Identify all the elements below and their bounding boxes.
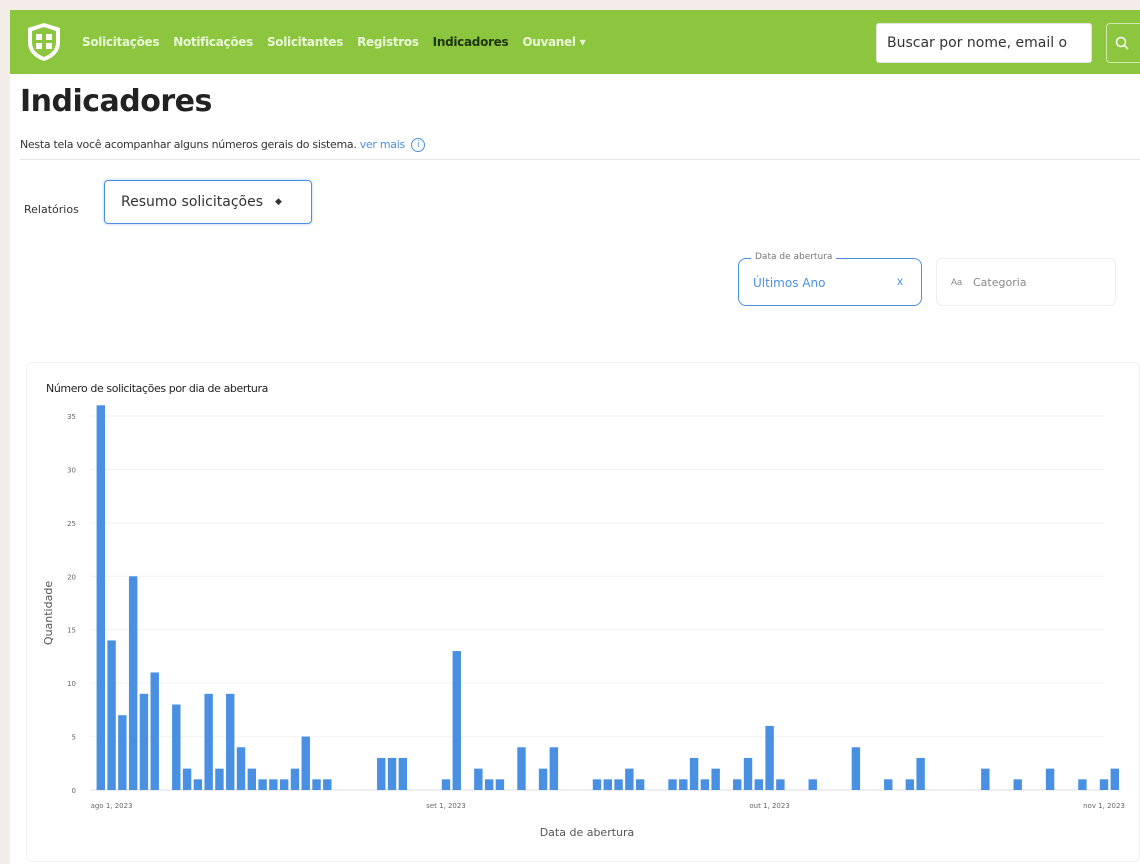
- y-tick-label: 25: [67, 520, 76, 528]
- bar: [905, 779, 915, 790]
- bar: [215, 768, 224, 790]
- bar: [1110, 768, 1119, 790]
- bar: [312, 779, 321, 790]
- bar: [517, 747, 526, 790]
- bar: [193, 779, 203, 790]
- x-axis-title: Data de abertura: [540, 826, 635, 839]
- x-tick-label: out 1, 2023: [749, 802, 789, 810]
- bar: [139, 693, 149, 790]
- bar: [1013, 779, 1022, 790]
- bar: [754, 779, 764, 790]
- bar: [290, 768, 300, 790]
- bar: [323, 779, 332, 790]
- bar: [1045, 768, 1055, 790]
- y-tick-label: 35: [67, 413, 76, 421]
- bar: [279, 779, 289, 790]
- bar: [538, 768, 548, 790]
- bar: [269, 779, 278, 790]
- y-tick-label: 30: [67, 466, 76, 474]
- bar: [635, 779, 645, 790]
- bar: [118, 715, 127, 790]
- bar: [625, 768, 634, 790]
- bar: [452, 651, 461, 790]
- bar: [398, 757, 408, 790]
- bar: [377, 757, 386, 790]
- bar: [107, 640, 116, 790]
- bar: [592, 779, 602, 790]
- bar: [387, 757, 397, 790]
- bar: [1078, 779, 1087, 790]
- bar: [679, 779, 688, 790]
- y-tick-label: 20: [67, 573, 76, 581]
- bar: [743, 757, 753, 790]
- bar: [96, 405, 105, 790]
- bar: [441, 779, 451, 790]
- bar: [247, 768, 257, 790]
- bar: [495, 779, 505, 790]
- bar: [776, 779, 785, 790]
- bar: [128, 576, 138, 790]
- bar: [182, 768, 192, 790]
- bar: [981, 768, 990, 790]
- y-tick-label: 15: [67, 627, 76, 635]
- bar: [689, 757, 699, 790]
- x-tick-label: nov 1, 2023: [1083, 802, 1125, 810]
- app-page: Solicitações Notificações Solicitantes R…: [10, 10, 1140, 864]
- y-tick-label: 10: [67, 680, 76, 688]
- bar: [236, 747, 246, 790]
- x-tick-label: ago 1, 2023: [91, 802, 133, 810]
- bar: [172, 704, 181, 790]
- x-tick-label: set 1, 2023: [426, 802, 466, 810]
- bar: [204, 693, 213, 790]
- bar: [484, 779, 494, 790]
- bar: [884, 779, 893, 790]
- bar: [474, 768, 483, 790]
- y-axis-title: Quantidade: [42, 581, 55, 645]
- bar: [668, 779, 677, 790]
- y-tick-label: 5: [72, 734, 76, 742]
- bar: [711, 768, 720, 790]
- bar: [614, 779, 623, 790]
- bar: [733, 779, 742, 790]
- bar: [916, 757, 925, 790]
- bar-chart: 0 5 10 15 20 25 30 35 ago 1, 2023 set 1, 2023 out …: [42, 405, 1125, 839]
- bar: [301, 736, 310, 790]
- bar: [808, 779, 817, 790]
- bar: [603, 779, 612, 790]
- bar: [765, 725, 774, 790]
- bar: [150, 672, 159, 790]
- bar: [549, 747, 559, 790]
- y-tick-label: 0: [72, 787, 76, 795]
- bar: [1099, 779, 1109, 790]
- bar: [226, 693, 235, 790]
- bar: [258, 779, 267, 790]
- bar: [700, 779, 710, 790]
- bar: [851, 747, 861, 790]
